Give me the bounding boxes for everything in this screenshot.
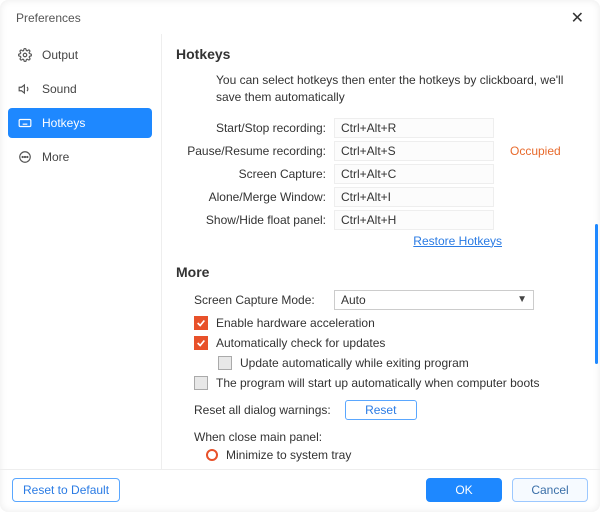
window-title: Preferences bbox=[16, 11, 81, 25]
keyboard-icon bbox=[18, 116, 32, 130]
titlebar: Preferences ✕ bbox=[0, 0, 600, 34]
hotkey-row: Start/Stop recording: bbox=[176, 118, 584, 138]
preferences-window: Preferences ✕ Output Sound Hotkeys bbox=[0, 0, 600, 512]
check-label: Update automatically while exiting progr… bbox=[240, 356, 469, 370]
check-label: Automatically check for updates bbox=[216, 336, 385, 350]
reset-warnings-button[interactable]: Reset bbox=[345, 400, 417, 420]
check-startup[interactable]: The program will start up automatically … bbox=[194, 376, 584, 390]
radio-unselected-icon bbox=[206, 449, 218, 461]
sidebar-item-sound[interactable]: Sound bbox=[8, 74, 152, 104]
hotkey-row: Show/Hide float panel: bbox=[176, 210, 584, 230]
footer-right: OK Cancel bbox=[426, 478, 588, 502]
hotkey-label: Start/Stop recording: bbox=[176, 121, 334, 135]
ok-button[interactable]: OK bbox=[426, 478, 502, 502]
check-label: Enable hardware acceleration bbox=[216, 316, 375, 330]
reset-warnings-label: Reset all dialog warnings: bbox=[194, 403, 331, 417]
checkbox-checked-icon bbox=[194, 316, 208, 330]
reset-to-default-button[interactable]: Reset to Default bbox=[12, 478, 120, 502]
content-wrap: Hotkeys You can select hotkeys then ente… bbox=[162, 34, 600, 469]
hotkey-label: Pause/Resume recording: bbox=[176, 144, 334, 158]
sidebar-item-label: Sound bbox=[42, 82, 77, 96]
gear-icon bbox=[18, 48, 32, 62]
radio-minimize-tray[interactable]: Minimize to system tray bbox=[206, 448, 584, 462]
checkbox-unchecked-icon bbox=[194, 376, 208, 390]
hotkey-label: Alone/Merge Window: bbox=[176, 190, 334, 204]
sidebar-item-hotkeys[interactable]: Hotkeys bbox=[8, 108, 152, 138]
hotkeys-heading: Hotkeys bbox=[176, 46, 584, 62]
checkbox-checked-icon bbox=[194, 336, 208, 350]
sidebar-item-label: Output bbox=[42, 48, 78, 62]
sidebar-item-label: More bbox=[42, 150, 69, 164]
hotkey-label: Screen Capture: bbox=[176, 167, 334, 181]
sidebar-item-more[interactable]: More bbox=[8, 142, 152, 172]
hotkeys-intro: You can select hotkeys then enter the ho… bbox=[216, 72, 584, 106]
chevron-down-icon: ▼ bbox=[517, 294, 527, 305]
sidebar-item-label: Hotkeys bbox=[42, 116, 85, 130]
capture-mode-row: Screen Capture Mode: Auto ▼ bbox=[194, 290, 584, 310]
more-heading: More bbox=[176, 264, 584, 280]
hotkey-input-start-stop[interactable] bbox=[334, 118, 494, 138]
speaker-icon bbox=[18, 82, 32, 96]
hotkey-label: Show/Hide float panel: bbox=[176, 213, 334, 227]
cancel-button[interactable]: Cancel bbox=[512, 478, 588, 502]
hotkey-input-pause-resume[interactable] bbox=[334, 141, 494, 161]
body: Output Sound Hotkeys More bbox=[0, 34, 600, 469]
sidebar-item-output[interactable]: Output bbox=[8, 40, 152, 70]
check-update-on-exit[interactable]: Update automatically while exiting progr… bbox=[218, 356, 584, 370]
check-auto-update[interactable]: Automatically check for updates bbox=[194, 336, 584, 350]
restore-hotkeys-link[interactable]: Restore Hotkeys bbox=[176, 234, 502, 248]
footer: Reset to Default OK Cancel bbox=[0, 469, 600, 512]
content[interactable]: Hotkeys You can select hotkeys then ente… bbox=[162, 34, 592, 469]
scrollbar-thumb[interactable] bbox=[595, 224, 598, 364]
reset-warnings-row: Reset all dialog warnings: Reset bbox=[194, 400, 584, 420]
hotkey-row: Screen Capture: bbox=[176, 164, 584, 184]
hotkey-input-float-panel[interactable] bbox=[334, 210, 494, 230]
capture-mode-select[interactable]: Auto ▼ bbox=[334, 290, 534, 310]
check-label: The program will start up automatically … bbox=[216, 376, 539, 390]
hotkeys-table: Start/Stop recording: Pause/Resume recor… bbox=[176, 118, 584, 248]
checkbox-unchecked-icon bbox=[218, 356, 232, 370]
close-icon[interactable]: ✕ bbox=[567, 8, 588, 28]
check-hw-accel[interactable]: Enable hardware acceleration bbox=[194, 316, 584, 330]
hotkey-row: Alone/Merge Window: bbox=[176, 187, 584, 207]
sidebar: Output Sound Hotkeys More bbox=[0, 34, 162, 469]
hotkey-input-screen-capture[interactable] bbox=[334, 164, 494, 184]
capture-mode-label: Screen Capture Mode: bbox=[194, 293, 334, 307]
radio-label: Minimize to system tray bbox=[226, 448, 351, 462]
more-icon bbox=[18, 150, 32, 164]
close-panel-label: When close main panel: bbox=[194, 430, 584, 444]
hotkey-input-alone-merge[interactable] bbox=[334, 187, 494, 207]
hotkey-row: Pause/Resume recording: Occupied bbox=[176, 141, 584, 161]
hotkey-status-occupied: Occupied bbox=[510, 144, 561, 158]
capture-mode-value: Auto bbox=[341, 293, 366, 307]
